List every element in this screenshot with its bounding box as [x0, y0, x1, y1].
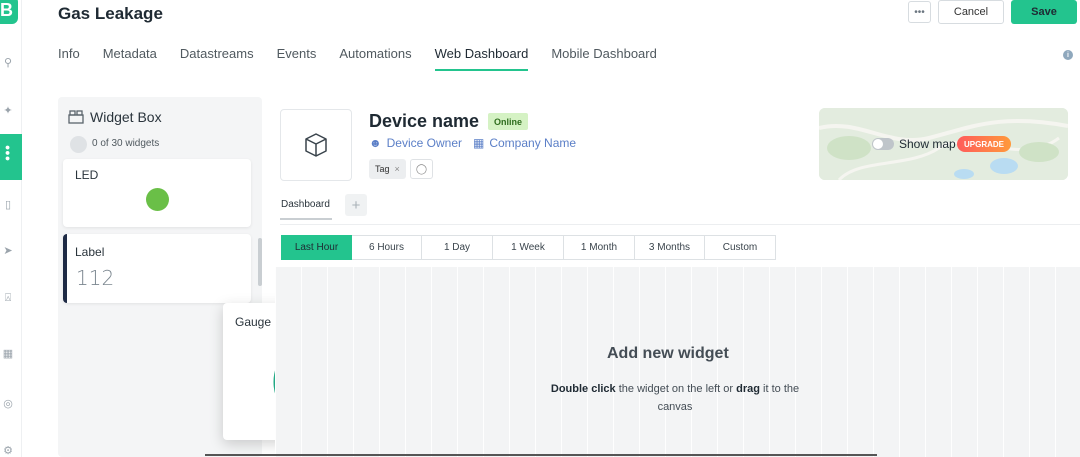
tab-metadata[interactable]: Metadata: [103, 46, 157, 71]
widget-box-icon: [68, 110, 84, 124]
show-map-label: Show map: [899, 137, 956, 151]
tab-info[interactable]: Info: [58, 46, 80, 71]
send-icon[interactable]: ➤: [2, 244, 14, 257]
more-options-button[interactable]: •••: [908, 1, 931, 23]
tab-automations[interactable]: Automations: [339, 46, 411, 71]
bell-icon[interactable]: ⍓: [2, 292, 14, 304]
app-logo[interactable]: B: [0, 0, 18, 24]
company-name-link[interactable]: ▦ Company Name: [473, 136, 576, 150]
range-custom[interactable]: Custom: [705, 235, 776, 260]
label-widget-label: Label: [75, 245, 105, 259]
range-1-month[interactable]: 1 Month: [564, 235, 635, 260]
range-1-day[interactable]: 1 Day: [422, 235, 493, 260]
device-owner-label: Device Owner: [386, 136, 462, 150]
status-badge: Online: [488, 113, 529, 130]
device-owner-link[interactable]: ☻ Device Owner: [369, 136, 462, 150]
add-widget-hint: Double click the widget on the left or d…: [550, 383, 800, 413]
device-image-placeholder[interactable]: [280, 109, 352, 181]
nav-templates-active[interactable]: ●●●: [0, 134, 22, 180]
tag-icon: ◯: [415, 163, 428, 175]
add-tag-button[interactable]: ◯: [410, 159, 433, 179]
upgrade-badge[interactable]: UPGRADE: [957, 136, 1012, 152]
left-nav-rail: B ⚲ ✦ ●●● ▯ ➤ ⍓ ▦ ◎ ⚙: [0, 0, 22, 457]
cancel-button[interactable]: Cancel: [938, 0, 1004, 24]
add-tab-button[interactable]: +: [345, 194, 367, 216]
tab-web-dashboard[interactable]: Web Dashboard: [434, 46, 529, 71]
grid-icon[interactable]: ▦: [2, 347, 14, 360]
settings-icon[interactable]: ⚙: [2, 444, 14, 457]
close-icon[interactable]: ×: [395, 164, 400, 174]
tab-dashboard[interactable]: Dashboard: [281, 199, 330, 210]
save-button[interactable]: Save: [1011, 0, 1077, 24]
tab-events[interactable]: Events: [277, 46, 317, 71]
cube-icon: [305, 133, 327, 157]
building-icon: ▦: [473, 136, 485, 150]
tag-label: Tag: [375, 164, 390, 174]
globe-icon[interactable]: ◎: [2, 397, 14, 410]
page-title: Gas Leakage: [58, 4, 163, 23]
add-widget-title: Add new widget: [607, 345, 729, 362]
time-range-selector: Last Hour 6 Hours 1 Day 1 Week 1 Month 3…: [281, 235, 776, 260]
widget-count: 0 of 30 widgets: [92, 138, 160, 149]
divider: [280, 224, 1080, 225]
range-6-hours[interactable]: 6 Hours: [352, 235, 422, 260]
led-widget-label: LED: [75, 168, 99, 182]
widget-box-scrollbar[interactable]: [258, 238, 262, 286]
user-icon: ☻: [369, 136, 382, 150]
led-indicator: [146, 188, 169, 211]
range-last-hour[interactable]: Last Hour: [281, 235, 352, 260]
range-3-months[interactable]: 3 Months: [635, 235, 705, 260]
info-icon[interactable]: i: [1063, 50, 1073, 60]
widget-box-title: Widget Box: [90, 109, 162, 125]
tab-datastreams[interactable]: Datastreams: [180, 46, 254, 71]
range-1-week[interactable]: 1 Week: [493, 235, 564, 260]
horizontal-scrollbar[interactable]: [205, 454, 877, 456]
search-icon[interactable]: ⚲: [2, 56, 14, 69]
dashboard-tab-underline: [280, 218, 332, 220]
tag-chip[interactable]: Tag ×: [369, 159, 406, 179]
company-name-label: Company Name: [489, 136, 577, 150]
label-widget-value: 112: [76, 266, 115, 290]
widget-count-pie-icon: [70, 136, 87, 153]
tab-mobile-dashboard[interactable]: Mobile Dashboard: [551, 46, 657, 71]
device-name: Device name: [369, 111, 480, 131]
template-tabs: Info Metadata Datastreams Events Automat…: [58, 46, 680, 71]
gauge-widget-label: Gauge: [235, 315, 272, 329]
document-icon[interactable]: ▯: [2, 198, 14, 211]
devices-icon[interactable]: ✦: [2, 104, 14, 117]
show-map-toggle[interactable]: [872, 138, 894, 150]
